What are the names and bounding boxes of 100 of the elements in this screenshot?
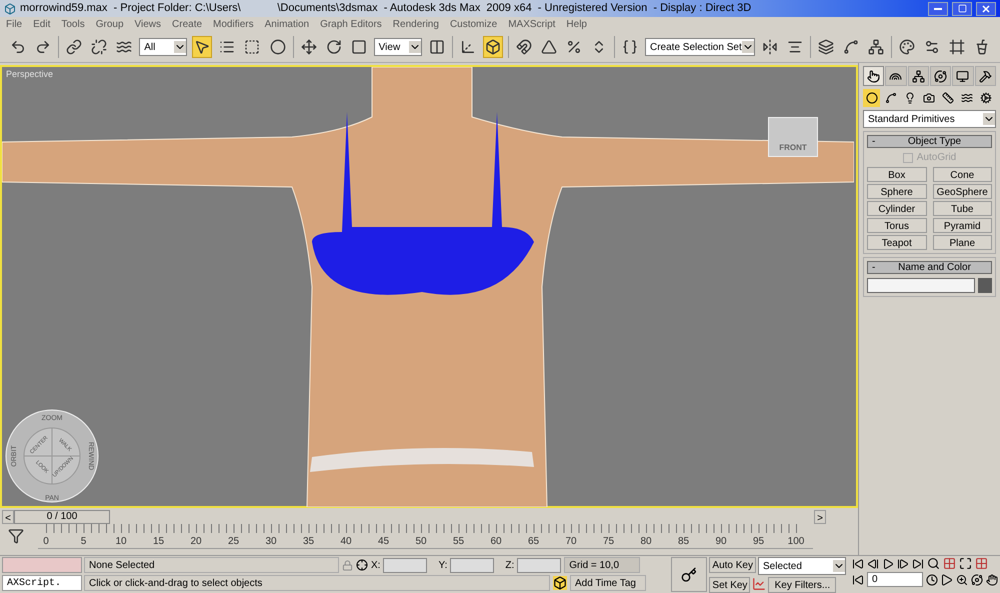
primitive-button[interactable]: Cylinder bbox=[867, 201, 926, 216]
set-key-button[interactable] bbox=[671, 557, 708, 592]
menu-item[interactable]: Animation bbox=[264, 17, 310, 32]
go-to-start-icon[interactable] bbox=[852, 558, 864, 570]
auto-key-button[interactable]: Auto Key bbox=[709, 557, 756, 573]
zoom-extents-icon[interactable] bbox=[959, 557, 972, 570]
menu-item[interactable]: Modifiers bbox=[213, 17, 254, 32]
command-panel-tab[interactable] bbox=[974, 66, 996, 86]
color-swatch[interactable] bbox=[978, 278, 992, 293]
gears-icon bbox=[980, 92, 992, 104]
add-time-tag[interactable]: Add Time Tag bbox=[570, 575, 646, 591]
orbit-icon[interactable] bbox=[971, 574, 983, 586]
align-icon bbox=[786, 39, 803, 55]
frame-number: 0 bbox=[43, 535, 49, 549]
collapse-sign: - bbox=[872, 261, 876, 275]
menu-item[interactable]: Customize bbox=[450, 17, 498, 32]
command-panel-tab[interactable] bbox=[863, 66, 884, 86]
primitive-button[interactable]: Cone bbox=[932, 167, 992, 182]
mirror-icon bbox=[762, 39, 778, 55]
menu-item[interactable]: Group bbox=[96, 17, 124, 32]
shapes-icon bbox=[884, 92, 896, 104]
next-frame-icon[interactable] bbox=[897, 558, 909, 570]
frame-number: 20 bbox=[190, 535, 202, 549]
selection-filter-dropdown[interactable]: All bbox=[139, 38, 188, 56]
menu-item[interactable]: File bbox=[6, 17, 22, 32]
frame-number: 85 bbox=[678, 535, 690, 549]
menu-item[interactable]: Help bbox=[566, 17, 587, 32]
rollout-title: Name and Color bbox=[897, 261, 972, 275]
selection-set-dropdown[interactable]: Create Selection Set bbox=[645, 38, 755, 56]
minimize-button[interactable] bbox=[928, 2, 948, 16]
zoom-all-icon[interactable] bbox=[943, 557, 956, 570]
menu-item[interactable]: Views bbox=[134, 17, 162, 32]
primitive-button[interactable]: Torus bbox=[867, 218, 926, 233]
percent-icon bbox=[566, 39, 582, 55]
frame-number: 40 bbox=[340, 535, 352, 549]
primitive-button[interactable]: Teapot bbox=[867, 235, 926, 250]
coordinate-dropdown[interactable]: View bbox=[374, 38, 422, 56]
close-button[interactable] bbox=[976, 2, 996, 16]
primitive-button[interactable]: Plane bbox=[932, 235, 992, 250]
primitive-type-dropdown[interactable]: Standard Primitives bbox=[863, 110, 996, 128]
restore-button[interactable] bbox=[952, 2, 972, 16]
object-name-field[interactable] bbox=[867, 278, 975, 293]
menu-item[interactable]: Edit bbox=[33, 17, 50, 32]
play-icon[interactable] bbox=[882, 558, 894, 570]
current-frame-field[interactable]: 0 bbox=[867, 572, 923, 587]
toolbar-button[interactable] bbox=[192, 36, 212, 58]
undo-icon bbox=[10, 39, 26, 55]
menu-item[interactable]: Create bbox=[172, 17, 202, 32]
menu-item[interactable]: MAXScript bbox=[508, 17, 556, 32]
square-icon bbox=[350, 39, 367, 55]
y-field[interactable] bbox=[450, 558, 494, 572]
curve-icon[interactable] bbox=[752, 577, 766, 591]
viewcube-face-label: FRONT bbox=[779, 142, 807, 154]
rollout-header[interactable]: - Name and Color bbox=[867, 261, 992, 274]
category-button[interactable] bbox=[863, 89, 880, 107]
primitive-button[interactable]: Tube bbox=[932, 201, 992, 216]
frame-number: 90 bbox=[715, 535, 727, 549]
menu-item[interactable]: Rendering bbox=[392, 17, 439, 32]
x-field[interactable] bbox=[383, 558, 428, 572]
window-title: morrowind59.max - Project Folder: C:\Users\ \Documents\3dsmax - Autodesk 3ds Max 2009 x64 - Unregistered Version - Display : Direct 3D bbox=[20, 1, 752, 16]
menu-item[interactable]: Tools bbox=[61, 17, 85, 32]
field-of-view-icon[interactable] bbox=[941, 574, 953, 586]
maxscript-field[interactable]: AXScript. bbox=[2, 575, 82, 591]
next-frame-button[interactable]: > bbox=[814, 510, 826, 524]
primitive-button[interactable]: Box bbox=[867, 167, 926, 182]
toolbar-button[interactable] bbox=[482, 36, 503, 58]
frame-number: 10 bbox=[115, 535, 127, 549]
z-field[interactable] bbox=[517, 558, 562, 572]
region-zoom-icon[interactable] bbox=[956, 574, 968, 586]
layers-icon bbox=[818, 39, 834, 55]
go-to-end-icon[interactable] bbox=[912, 558, 924, 570]
command-panel-tab[interactable] bbox=[952, 66, 974, 86]
command-panel-tab[interactable] bbox=[930, 66, 952, 86]
set-key-mode-button[interactable]: Set Key bbox=[709, 577, 750, 593]
command-panel-tab[interactable] bbox=[908, 66, 929, 86]
previous-frame-button[interactable]: < bbox=[2, 510, 14, 524]
key-mode-dropdown[interactable]: Selected bbox=[758, 557, 846, 575]
time-slider-thumb[interactable]: 0 / 100 bbox=[14, 510, 110, 524]
listener-field[interactable] bbox=[2, 557, 82, 573]
cube-icon bbox=[484, 39, 501, 55]
magnet-icon bbox=[516, 39, 532, 55]
time-config-icon[interactable] bbox=[926, 574, 938, 586]
primitive-button[interactable]: GeoSphere bbox=[932, 184, 992, 199]
primitive-button[interactable]: Sphere bbox=[867, 184, 926, 199]
restore-icon bbox=[958, 4, 966, 13]
rollout-header[interactable]: - Object Type bbox=[867, 135, 992, 148]
time-tag-icon[interactable] bbox=[553, 576, 567, 590]
angle-icon bbox=[540, 39, 557, 55]
previous-frame-icon[interactable] bbox=[867, 558, 879, 570]
zoom-icon[interactable] bbox=[927, 557, 940, 570]
rotate-icon bbox=[326, 39, 342, 55]
grid-size: Grid = 10,0 bbox=[564, 557, 640, 573]
pan-icon[interactable] bbox=[986, 574, 998, 586]
command-panel-tab[interactable] bbox=[885, 66, 907, 86]
menu-item[interactable]: Graph Editors bbox=[320, 17, 382, 32]
primitive-button[interactable]: Pyramid bbox=[932, 218, 992, 233]
frame-number: 75 bbox=[602, 535, 614, 549]
frame-ruler[interactable]: 0 5 10 15 20 25 30 35 40 45 50 55 60 65 70 75 80 85 90 95 100 bbox=[38, 524, 813, 549]
key-filters-button[interactable]: Key Filters... bbox=[768, 577, 836, 593]
zoom-extents-all-icon[interactable] bbox=[975, 557, 988, 570]
